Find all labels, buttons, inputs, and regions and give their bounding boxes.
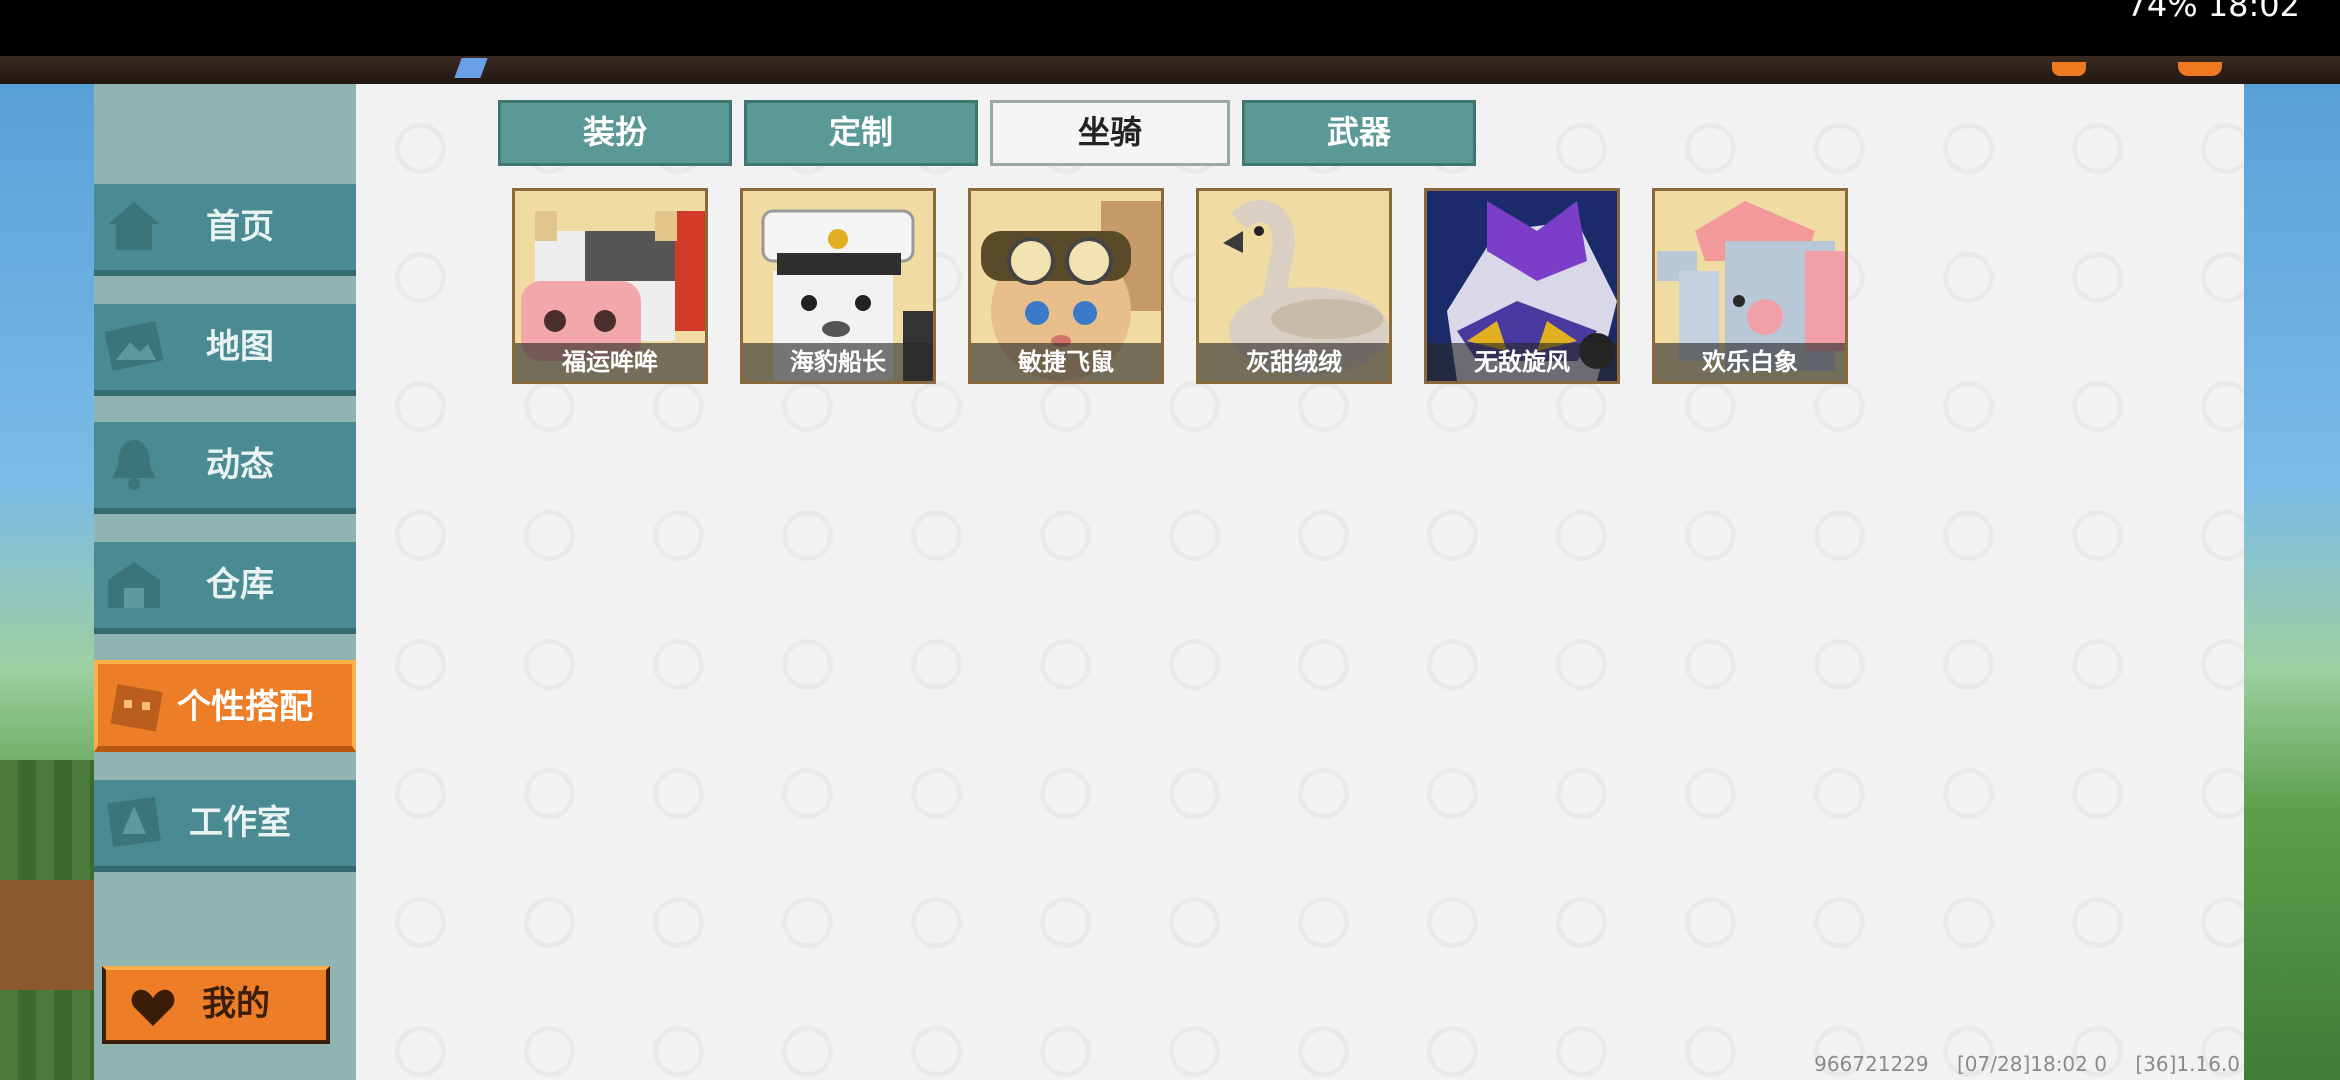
heart-icon	[131, 989, 175, 1026]
timestamp: [07/28]18:02 0	[1957, 1052, 2107, 1076]
mount-name: 海豹船长	[743, 343, 933, 381]
sidebar-item-outfit[interactable]: 个性搭配	[94, 660, 356, 752]
status-bar: 74% 18:02	[0, 0, 2340, 56]
battery-and-time: 74% 18:02	[2126, 0, 2300, 24]
tab-mount[interactable]: 坐骑	[990, 100, 1230, 166]
content-panel: 装扮 定制 坐骑 武器 福运哞哞 海豹船长 敏捷飞鼠 灰甜绒绒 无敌旋风 欢乐白…	[356, 84, 2244, 1080]
sidebar-item-label: 个性搭配	[177, 687, 313, 727]
sidebar-item-warehouse[interactable]: 仓库	[94, 542, 356, 634]
mount-name: 欢乐白象	[1655, 343, 1845, 381]
sidebar-item-map[interactable]: 地图	[94, 304, 356, 396]
sidebar-item-home[interactable]: 首页	[94, 184, 356, 276]
mount-name: 无敌旋风	[1427, 343, 1617, 381]
debug-info: 966721229 [07/28]18:02 0 [36]1.16.0	[1792, 1052, 2240, 1076]
mount-name: 福运哞哞	[515, 343, 705, 381]
map-icon	[104, 321, 164, 371]
notification-icon[interactable]	[2052, 62, 2086, 76]
mount-card-seal-captain[interactable]: 海豹船长	[740, 188, 936, 384]
mount-card-flying-squirrel[interactable]: 敏捷飞鼠	[968, 188, 1164, 384]
user-id: 966721229	[1814, 1052, 1929, 1076]
sidebar-item-label: 工作室	[189, 803, 291, 843]
mount-card-swan[interactable]: 灰甜绒绒	[1196, 188, 1392, 384]
game-top-bar	[0, 56, 2340, 84]
sidebar-item-label: 仓库	[206, 565, 274, 605]
sidebar-item-studio[interactable]: 工作室	[94, 780, 356, 872]
sidebar-item-feed[interactable]: 动态	[94, 422, 356, 514]
sidebar-item-label: 动态	[206, 445, 274, 485]
tab-weapon[interactable]: 武器	[1242, 100, 1476, 166]
mount-name: 敏捷飞鼠	[971, 343, 1161, 381]
menu-icon[interactable]	[2178, 62, 2222, 76]
sidebar: 首页 地图 动态 仓库 个性搭配 工作室 我的	[94, 84, 356, 1080]
warehouse-icon	[108, 562, 160, 608]
dirt-block	[0, 880, 95, 990]
sidebar-item-label: 地图	[206, 327, 274, 367]
mine-button[interactable]: 我的	[102, 966, 330, 1044]
mount-name: 灰甜绒绒	[1199, 343, 1389, 381]
bell-icon	[112, 440, 156, 490]
tab-custom[interactable]: 定制	[744, 100, 978, 166]
tab-outfit[interactable]: 装扮	[498, 100, 732, 166]
gem-icon	[454, 58, 488, 78]
mount-card-elephant[interactable]: 欢乐白象	[1652, 188, 1848, 384]
home-icon	[108, 202, 160, 250]
studio-icon	[107, 796, 161, 848]
version: [36]1.16.0	[2135, 1052, 2240, 1076]
mount-card-race-car[interactable]: 无敌旋风	[1424, 188, 1620, 384]
mount-card-cow[interactable]: 福运哞哞	[512, 188, 708, 384]
mine-label: 我的	[202, 984, 270, 1024]
sidebar-item-label: 首页	[206, 207, 274, 247]
